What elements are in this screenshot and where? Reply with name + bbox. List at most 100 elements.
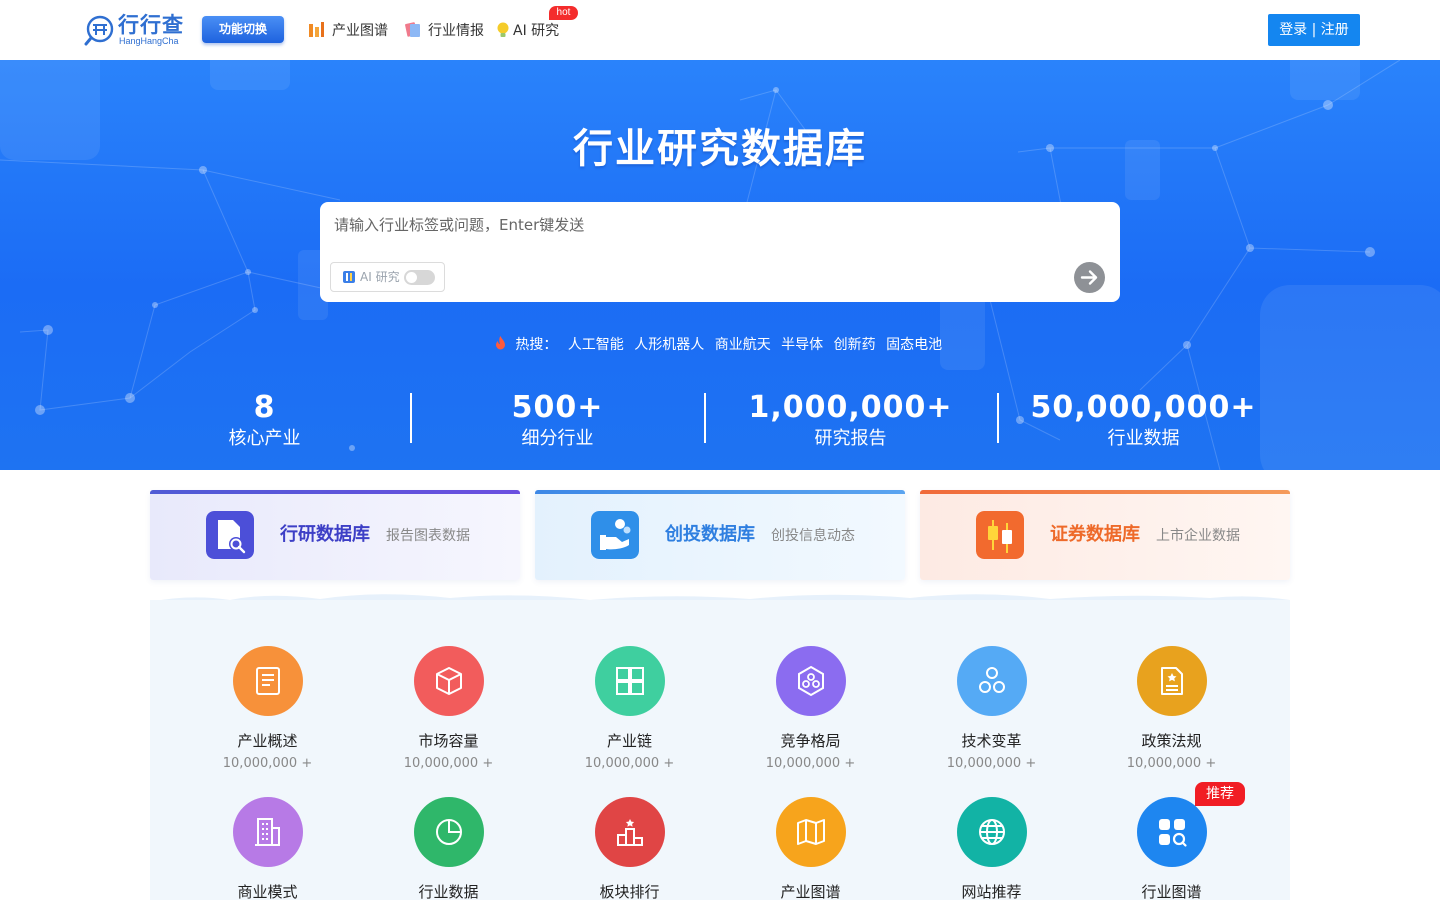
category-name: 产业概述 (237, 732, 298, 750)
stat-label: 核心产业 (228, 428, 301, 449)
category-industry-map[interactable]: 产业图谱 (720, 797, 901, 900)
venture-database-card[interactable]: 创投数据库 创投信息动态 (535, 490, 905, 580)
policy-icon (1160, 667, 1183, 695)
category-name: 商业模式 (237, 883, 298, 900)
category-industry-data[interactable]: 行业数据 (358, 797, 539, 900)
card-title: 证券数据库 (1050, 524, 1140, 545)
ai-research-toggle[interactable]: AI 研究 (330, 262, 445, 292)
top-navbar: 行行查 HangHangCha 功能切换 产业图谱 行业情报 AI 研究 hot… (0, 0, 1440, 60)
category-market-size[interactable]: 市场容量 10,000,000 + (358, 646, 539, 772)
blocks-icon (615, 667, 644, 695)
card-title: 行研数据库 (280, 524, 370, 545)
stat-value: 1,000,000+ (748, 390, 953, 425)
stat-industry-data: 50,000,000+ 行业数据 (997, 390, 1290, 456)
stat-label: 研究报告 (814, 428, 887, 449)
category-count: 10,000,000 + (946, 756, 1037, 771)
category-icon-circle (775, 646, 846, 716)
bulb-icon (497, 22, 509, 37)
page-title: 行业研究数据库 (573, 126, 867, 172)
report-search-icon (206, 511, 254, 559)
logo-text: 行行查 (118, 13, 184, 37)
accent-bar (535, 490, 905, 494)
ai-toggle-label: AI 研究 (360, 270, 400, 284)
category-count: 10,000,000 + (1126, 756, 1217, 771)
stat-core-industry: 8 核心产业 (118, 390, 411, 456)
category-icon-circle (1136, 646, 1207, 716)
candlestick-icon (976, 511, 1024, 559)
category-policy[interactable]: 政策法规 10,000,000 + (1081, 646, 1262, 772)
login-register-button[interactable]: 登录 | 注册 (1268, 14, 1360, 46)
securities-database-card[interactable]: 证券数据库 上市企业数据 (920, 490, 1290, 580)
category-business-model[interactable]: 商业模式 (177, 797, 358, 900)
logo[interactable]: 行行查 HangHangCha (84, 12, 184, 48)
hot-badge: hot (549, 6, 578, 20)
category-icon-circle (232, 797, 303, 867)
nav-label: 行业情报 (428, 23, 484, 39)
card-subtitle: 报告图表数据 (386, 528, 470, 544)
hot-term[interactable]: 人工智能 (568, 337, 624, 353)
category-sector-ranking[interactable]: 板块排行 (539, 797, 720, 900)
category-icon-circle (775, 797, 846, 867)
search-input[interactable] (334, 212, 1094, 238)
nav-industry-intel[interactable]: 行业情报 (404, 20, 484, 40)
grid-search-icon (1158, 819, 1187, 847)
industry-chart-icon (309, 22, 324, 37)
box-icon (435, 667, 462, 695)
stat-sub-industry: 500+ 细分行业 (411, 390, 704, 456)
stat-value: 8 (253, 390, 276, 425)
nav-label: 产业图谱 (332, 23, 388, 39)
card-title: 创投数据库 (665, 524, 755, 545)
category-industry-chain[interactable]: 产业链 10,000,000 + (539, 646, 720, 772)
category-name: 市场容量 (418, 732, 479, 750)
research-database-card[interactable]: 行研数据库 报告图表数据 (150, 490, 520, 580)
send-button[interactable] (1074, 262, 1105, 293)
category-name: 竞争格局 (780, 732, 841, 750)
category-name: 技术变革 (961, 732, 1022, 750)
category-name: 行业图谱 (1141, 883, 1202, 900)
category-website-recommend[interactable]: 网站推荐 (901, 797, 1082, 900)
stats-row: 8 核心产业 500+ 细分行业 1,000,000+ 研究报告 50,000,… (118, 390, 1318, 456)
category-icon-circle (956, 646, 1027, 716)
intel-icon (405, 22, 420, 37)
building-icon (254, 818, 280, 846)
category-icon-circle (232, 646, 303, 716)
hot-term[interactable]: 商业航天 (715, 337, 771, 353)
feature-switch-button[interactable]: 功能切换 (202, 16, 284, 43)
pie-icon (435, 819, 462, 845)
category-name: 行业数据 (418, 883, 479, 900)
category-icon-circle (1136, 797, 1207, 867)
category-industry-graph[interactable]: 行业图谱 (1081, 797, 1262, 900)
hot-term[interactable]: 半导体 (781, 337, 823, 353)
accent-bar (150, 490, 520, 494)
map-icon (796, 819, 825, 845)
search-box: AI 研究 (320, 202, 1120, 302)
recommend-badge: 推荐 (1195, 782, 1245, 806)
hot-term[interactable]: 创新药 (834, 337, 876, 353)
toggle-switch[interactable] (404, 270, 435, 285)
category-industry-overview[interactable]: 产业概述 10,000,000 + (177, 646, 358, 772)
stat-value: 50,000,000+ (1030, 390, 1257, 425)
hot-term[interactable]: 固态电池 (886, 337, 942, 353)
ai-logo-icon (343, 271, 355, 283)
category-competition[interactable]: 竞争格局 10,000,000 + (720, 646, 901, 772)
globe-icon (978, 819, 1005, 845)
nav-industry-chart[interactable]: 产业图谱 (308, 20, 388, 40)
hot-term[interactable]: 人形机器人 (634, 337, 704, 353)
fire-icon (495, 336, 505, 350)
card-subtitle: 创投信息动态 (771, 528, 855, 544)
stat-label: 行业数据 (1107, 428, 1180, 449)
category-icon-circle (594, 646, 665, 716)
category-count: 10,000,000 + (765, 756, 856, 771)
hot-search-row: 热搜： 人工智能 人形机器人 商业航天 半导体 创新药 固态电池 (0, 334, 1440, 356)
category-count: 10,000,000 + (584, 756, 675, 771)
category-name: 网站推荐 (961, 883, 1022, 900)
podium-icon (616, 819, 643, 846)
document-icon (255, 667, 280, 695)
stat-label: 细分行业 (521, 428, 594, 449)
molecule-icon (978, 667, 1005, 693)
category-icon-circle (594, 797, 665, 867)
stat-value: 500+ (511, 390, 604, 425)
category-tech-change[interactable]: 技术变革 10,000,000 + (901, 646, 1082, 772)
nav-ai-research[interactable]: AI 研究 (496, 20, 559, 40)
accent-bar (920, 490, 1290, 494)
